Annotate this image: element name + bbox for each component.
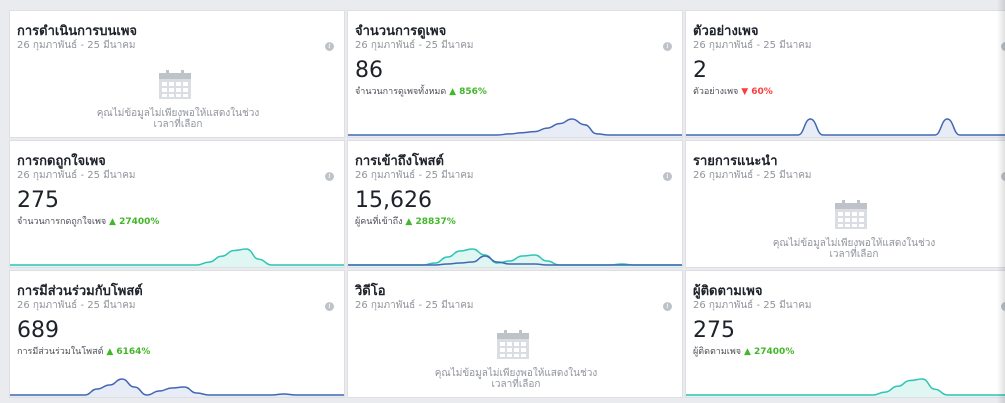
card-recommendations[interactable]: รายการแนะนำ 26 กุมภาพันธ์ - 25 มีนาคม i …	[685, 140, 1005, 268]
metric-value: 2	[693, 58, 707, 83]
no-data-line-1: คุณไม่ข้อมูลไม่เพียงพอให้แสดงในช่วง	[772, 238, 936, 249]
calendar-icon	[835, 200, 867, 229]
info-icon[interactable]: i	[663, 302, 672, 311]
no-data-message: คุณไม่ข้อมูลไม่เพียงพอให้แสดงในช่วง เวลา…	[10, 108, 344, 130]
sparkline-line	[348, 118, 682, 136]
card-page-previews[interactable]: ตัวอย่างเพจ 26 กุมภาพันธ์ - 25 มีนาคม i …	[685, 10, 1005, 138]
card-page-followers[interactable]: ผู้ติดตามเพจ 26 กุมภาพันธ์ - 25 มีนาคม i…	[685, 270, 1005, 398]
card-date-range: 26 กุมภาพันธ์ - 25 มีนาคม	[693, 40, 812, 51]
card-date-range: 26 กุมภาพันธ์ - 25 มีนาคม	[355, 170, 474, 181]
card-date-range: 26 กุมภาพันธ์ - 25 มีนาคม	[693, 300, 812, 311]
metric-value: 275	[17, 188, 59, 213]
calendar-icon	[497, 330, 529, 359]
window-shadow	[997, 0, 1005, 403]
metric-value: 689	[17, 318, 59, 343]
no-data-line-2: เวลาที่เลือก	[491, 379, 541, 390]
info-icon[interactable]: i	[325, 302, 334, 311]
no-data-message: คุณไม่ข้อมูลไม่เพียงพอให้แสดงในช่วง เวลา…	[686, 238, 1005, 260]
no-data-line-1: คุณไม่ข้อมูลไม่เพียงพอให้แสดงในช่วง	[434, 368, 598, 379]
card-date-range: 26 กุมภาพันธ์ - 25 มีนาคม	[17, 170, 136, 181]
card-post-reach[interactable]: การเข้าถึงโพสต์ 26 กุมภาพันธ์ - 25 มีนาค…	[347, 140, 683, 268]
card-post-engagement[interactable]: การมีส่วนร่วมกับโพสต์ 26 กุมภาพันธ์ - 25…	[9, 270, 345, 398]
sparkline-chart	[348, 248, 682, 267]
calendar-icon	[159, 70, 191, 99]
card-date-range: 26 กุมภาพันธ์ - 25 มีนาคม	[355, 40, 474, 51]
sparkline-line	[10, 248, 344, 266]
sparkline-chart	[348, 118, 682, 137]
card-page-views[interactable]: จำนวนการดูเพจ 26 กุมภาพันธ์ - 25 มีนาคม …	[347, 10, 683, 138]
info-icon[interactable]: i	[325, 172, 334, 181]
metric-value: 275	[693, 318, 735, 343]
metric-value: 15,626	[355, 188, 432, 213]
info-icon[interactable]: i	[325, 42, 334, 51]
sparkline-chart	[686, 118, 1005, 137]
no-data-line-2: เวลาที่เลือก	[829, 249, 879, 260]
no-data-line-2: เวลาที่เลือก	[153, 119, 203, 130]
no-data-line-1: คุณไม่ข้อมูลไม่เพียงพอให้แสดงในช่วง	[96, 108, 260, 119]
card-date-range: 26 กุมภาพันธ์ - 25 มีนาคม	[693, 170, 812, 181]
no-data-message: คุณไม่ข้อมูลไม่เพียงพอให้แสดงในช่วง เวลา…	[348, 368, 682, 390]
card-page-activity[interactable]: การดำเนินการบนเพจ 26 กุมภาพันธ์ - 25 มีน…	[9, 10, 345, 138]
card-date-range: 26 กุมภาพันธ์ - 25 มีนาคม	[355, 300, 474, 311]
sparkline-line	[686, 118, 1005, 136]
card-date-range: 26 กุมภาพันธ์ - 25 มีนาคม	[17, 300, 136, 311]
card-videos[interactable]: วิดีโอ 26 กุมภาพันธ์ - 25 มีนาคม i คุณไม…	[347, 270, 683, 398]
sparkline-chart	[10, 378, 344, 397]
info-icon[interactable]: i	[663, 42, 672, 51]
sparkline-chart	[10, 248, 344, 267]
info-icon[interactable]: i	[663, 172, 672, 181]
sparkline-line	[686, 378, 1005, 396]
metric-value: 86	[355, 58, 383, 83]
sparkline-chart	[686, 378, 1005, 397]
card-date-range: 26 กุมภาพันธ์ - 25 มีนาคม	[17, 40, 136, 51]
card-page-likes[interactable]: การกดถูกใจเพจ 26 กุมภาพันธ์ - 25 มีนาคม …	[9, 140, 345, 268]
